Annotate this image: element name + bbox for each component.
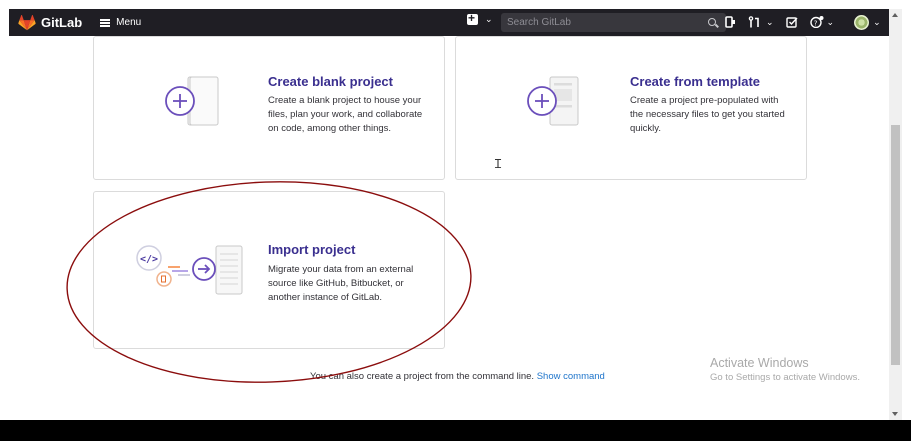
chevron-down-icon: ⌄ xyxy=(766,17,774,27)
chevron-down-icon: ⌄ xyxy=(485,14,493,24)
import-illustration-icon: </> xyxy=(136,245,243,295)
help-icon[interactable]: ? ⌄ xyxy=(809,13,835,31)
navbar-icons: ⌄ ? ⌄ ⌄ xyxy=(725,13,881,31)
taskbar-strip xyxy=(0,420,911,441)
scroll-down-arrow[interactable] xyxy=(892,412,898,416)
gitlab-home-link[interactable]: GitLab xyxy=(18,14,83,31)
window-right-edge xyxy=(902,0,911,441)
menu-label: Menu xyxy=(116,17,142,28)
show-command-link[interactable]: Show command xyxy=(537,371,605,382)
chevron-down-icon: ⌄ xyxy=(873,17,881,27)
search-box[interactable] xyxy=(501,13,726,32)
scroll-up-arrow[interactable] xyxy=(892,13,898,17)
hamburger-icon xyxy=(100,18,111,27)
create-blank-project-card[interactable]: Create blank project Create a blank proj… xyxy=(93,36,445,180)
card-title: Create from template xyxy=(630,74,761,89)
new-item-dropdown[interactable]: ⌄ xyxy=(467,11,493,25)
card-title: Create blank project xyxy=(268,74,393,89)
svg-text:?: ? xyxy=(813,19,817,27)
menu-button[interactable]: Menu xyxy=(100,17,141,28)
window-left-edge xyxy=(0,0,9,441)
search-icon xyxy=(708,18,716,26)
watermark-subtitle: Go to Settings to activate Windows. xyxy=(710,372,860,383)
import-project-card[interactable]: </> Import project Migrate your data fro… xyxy=(93,191,445,349)
todos-icon[interactable] xyxy=(785,16,798,28)
svg-text:</>: </> xyxy=(140,254,158,265)
watermark-title: Activate Windows xyxy=(710,356,809,370)
brand-name: GitLab xyxy=(41,15,83,30)
card-title: Import project xyxy=(268,242,356,257)
issues-icon[interactable] xyxy=(725,16,736,28)
create-from-template-card[interactable]: Create from template Create a project pr… xyxy=(455,36,807,180)
footer-hint-text: You can also create a project from the c… xyxy=(310,371,535,382)
vertical-scrollbar[interactable] xyxy=(889,9,902,420)
chevron-down-icon: ⌄ xyxy=(826,17,835,27)
user-menu[interactable]: ⌄ xyxy=(854,13,881,31)
avatar xyxy=(854,14,870,30)
card-description: Create a project pre-populated with the … xyxy=(630,95,785,134)
text-cursor-icon: Ｉ xyxy=(492,157,505,171)
merge-requests-icon[interactable]: ⌄ xyxy=(748,13,774,31)
card-description: Create a blank project to house your fil… xyxy=(268,95,423,134)
plus-square-icon xyxy=(467,11,478,25)
search-input[interactable] xyxy=(507,17,697,28)
gitlab-logo-icon xyxy=(18,14,36,30)
card-description: Migrate your data from an external sourc… xyxy=(268,264,414,303)
footer-hint: You can also create a project from the c… xyxy=(310,371,605,382)
top-navbar: GitLab Menu ⌄ ⌄ ? ⌄ ⌄ xyxy=(9,9,889,36)
scroll-thumb[interactable] xyxy=(891,125,900,365)
template-illustration-icon xyxy=(527,76,579,126)
blank-project-illustration-icon xyxy=(165,76,219,126)
activate-windows-watermark: Activate Windows Go to Settings to activ… xyxy=(710,356,860,383)
